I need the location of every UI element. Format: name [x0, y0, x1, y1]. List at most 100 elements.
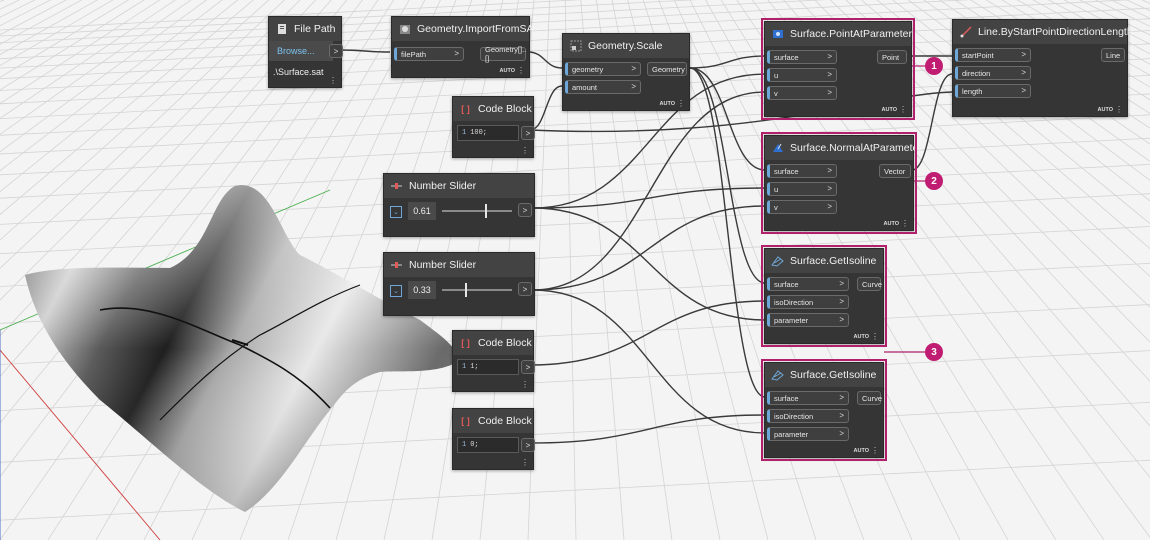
output-port-vector[interactable]: Vector [879, 164, 911, 178]
code-text: 0; [470, 441, 479, 449]
node-menu-icon[interactable]: ⋮ [1115, 106, 1123, 114]
slider-thumb[interactable] [484, 204, 487, 218]
lacing-auto-label[interactable]: AUTO [660, 101, 675, 107]
number-slider-header[interactable]: Number Slider [384, 253, 534, 277]
slider-output-port[interactable]: > [518, 203, 532, 217]
output-port-point[interactable]: Point [877, 50, 907, 64]
port-arrow: > [839, 429, 844, 438]
node-menu-icon[interactable]: ⋮ [521, 147, 529, 155]
node-menu-icon[interactable]: ⋮ [899, 106, 907, 114]
node-menu-icon[interactable]: ⋮ [677, 100, 685, 108]
node-menu-icon[interactable]: ⋮ [521, 459, 529, 467]
slider-output-port[interactable]: > [518, 282, 532, 296]
output-port-curve[interactable]: Curve [857, 391, 882, 405]
input-port-geometry[interactable]: geometry > [565, 62, 641, 76]
node-menu-icon[interactable]: ⋮ [871, 447, 879, 455]
slider-value-field[interactable]: 0.33 [408, 281, 436, 299]
input-port-parameter[interactable]: parameter > [767, 427, 849, 441]
geometry-scale-node[interactable]: Geometry.Scale geometry > amount > Geometr… [562, 33, 690, 111]
file-path-header[interactable]: File Path [269, 17, 341, 41]
port-label: u [774, 70, 779, 80]
number-slider-node-2[interactable]: Number Slider ⌄ 0.33 > [383, 252, 535, 316]
slider-track[interactable] [442, 210, 512, 212]
output-port-curve[interactable]: Curve [857, 277, 882, 291]
code-editor[interactable]: 1 0; [457, 437, 519, 453]
input-port-u[interactable]: u > [767, 68, 837, 82]
port-arrow: > [827, 202, 832, 211]
input-port-v[interactable]: v > [767, 86, 837, 100]
get-isoline-header[interactable]: Surface.GetIsoline [765, 249, 883, 273]
geometry-scale-header[interactable]: Geometry.Scale [563, 34, 689, 58]
input-port-v[interactable]: v > [767, 200, 837, 214]
input-port-u[interactable]: u > [767, 182, 837, 196]
input-port-length[interactable]: length > [955, 84, 1031, 98]
port-arrow: > [1021, 68, 1026, 77]
lacing-auto-label[interactable]: AUTO [1098, 107, 1113, 113]
code-block-output-port[interactable]: > [521, 438, 535, 452]
surface-icon [771, 142, 784, 155]
node-menu-icon[interactable]: ⋮ [901, 220, 909, 228]
lacing-auto-label[interactable]: AUTO [500, 68, 515, 74]
node-menu-icon[interactable]: ⋮ [871, 333, 879, 341]
number-slider-node-1[interactable]: Number Slider ⌄ 0.61 > [383, 173, 535, 237]
code-block-output-port[interactable]: > [521, 126, 535, 140]
node-menu-icon[interactable]: ⋮ [517, 67, 525, 75]
lacing-auto-label[interactable]: AUTO [854, 334, 869, 340]
output-port-geometry[interactable]: Geometry[]..[] [480, 45, 526, 63]
slider-thumb[interactable] [465, 283, 468, 297]
file-path-node[interactable]: File Path Browse... > .\Surface.sat ⋮ [268, 16, 343, 88]
get-isoline-header[interactable]: Surface.GetIsoline [765, 363, 883, 387]
input-port-parameter[interactable]: parameter > [767, 313, 849, 327]
import-from-sat-header[interactable]: Geometry.ImportFromSAT [392, 17, 539, 41]
code-block-node-1[interactable]: [ ] Code Block 1 1; > ⋮ [452, 330, 535, 392]
normal-at-parameter-node[interactable]: Surface.NormalAtParameter surface > u > v >… [761, 132, 922, 234]
lacing-auto-label[interactable]: AUTO [884, 221, 899, 227]
normal-at-parameter-header[interactable]: Surface.NormalAtParameter [765, 136, 922, 160]
output-port-geometry[interactable]: Geometry [647, 62, 687, 76]
input-port-surface[interactable]: surface > [767, 164, 837, 178]
point-at-parameter-node[interactable]: Surface.PointAtParameter surface > u > v > … [761, 18, 915, 120]
code-block-header[interactable]: [ ] Code Block [453, 97, 533, 121]
input-port-surface[interactable]: surface > [767, 391, 849, 405]
port-arrow: > [631, 64, 636, 73]
input-port-startpoint[interactable]: startPoint > [955, 48, 1031, 62]
line-by-start-point-direction-length-node[interactable]: Line.ByStartPointDirectionLength startPo… [952, 19, 1133, 117]
output-port-line[interactable]: Line [1101, 48, 1125, 62]
get-isoline-node-1[interactable]: Surface.GetIsoline surface > isoDirection… [761, 245, 887, 347]
node-menu-icon[interactable]: ⋮ [329, 77, 337, 85]
code-block-output-port[interactable]: > [521, 360, 535, 374]
browse-button[interactable]: Browse... [269, 41, 333, 61]
input-port-amount[interactable]: amount > [565, 80, 641, 94]
code-block-header[interactable]: [ ] Code Block [453, 409, 533, 433]
line-by-header[interactable]: Line.ByStartPointDirectionLength [953, 20, 1133, 44]
code-block-node-100[interactable]: [ ] Code Block 1 100; > ⋮ [452, 96, 535, 158]
lacing-auto-label[interactable]: AUTO [882, 107, 897, 113]
input-port-isodirection[interactable]: isoDirection > [767, 295, 849, 309]
port-label: surface [774, 279, 799, 289]
port-arrow: > [839, 279, 844, 288]
file-path-output-port[interactable]: > [329, 44, 343, 58]
slider-icon [390, 259, 403, 272]
slider-value-field[interactable]: 0.61 [408, 202, 436, 220]
node-title: Surface.NormalAtParameter [790, 142, 922, 154]
import-from-sat-node[interactable]: Geometry.ImportFromSAT filePath > Geometr… [391, 16, 539, 78]
number-slider-header[interactable]: Number Slider [384, 174, 534, 198]
expand-slider-toggle[interactable]: ⌄ [390, 285, 402, 297]
input-port-surface[interactable]: surface > [767, 277, 849, 291]
input-port-isodirection[interactable]: isoDirection > [767, 409, 849, 423]
node-menu-icon[interactable]: ⋮ [521, 381, 529, 389]
slider-track[interactable] [442, 289, 512, 291]
code-block-icon: [ ] [461, 338, 470, 348]
lacing-auto-label[interactable]: AUTO [854, 448, 869, 454]
code-editor[interactable]: 1 1; [457, 359, 519, 375]
input-port-direction[interactable]: direction > [955, 66, 1031, 80]
point-at-parameter-header[interactable]: Surface.PointAtParameter [765, 22, 912, 46]
port-arrow: > [454, 49, 459, 58]
code-block-header[interactable]: [ ] Code Block [453, 331, 533, 355]
code-editor[interactable]: 1 100; [457, 125, 519, 141]
input-port-filepath[interactable]: filePath > [394, 47, 464, 61]
code-block-node-0[interactable]: [ ] Code Block 1 0; > ⋮ [452, 408, 535, 470]
input-port-surface[interactable]: surface > [767, 50, 837, 64]
get-isoline-node-2[interactable]: Surface.GetIsoline surface > isoDirection… [761, 359, 887, 461]
expand-slider-toggle[interactable]: ⌄ [390, 206, 402, 218]
